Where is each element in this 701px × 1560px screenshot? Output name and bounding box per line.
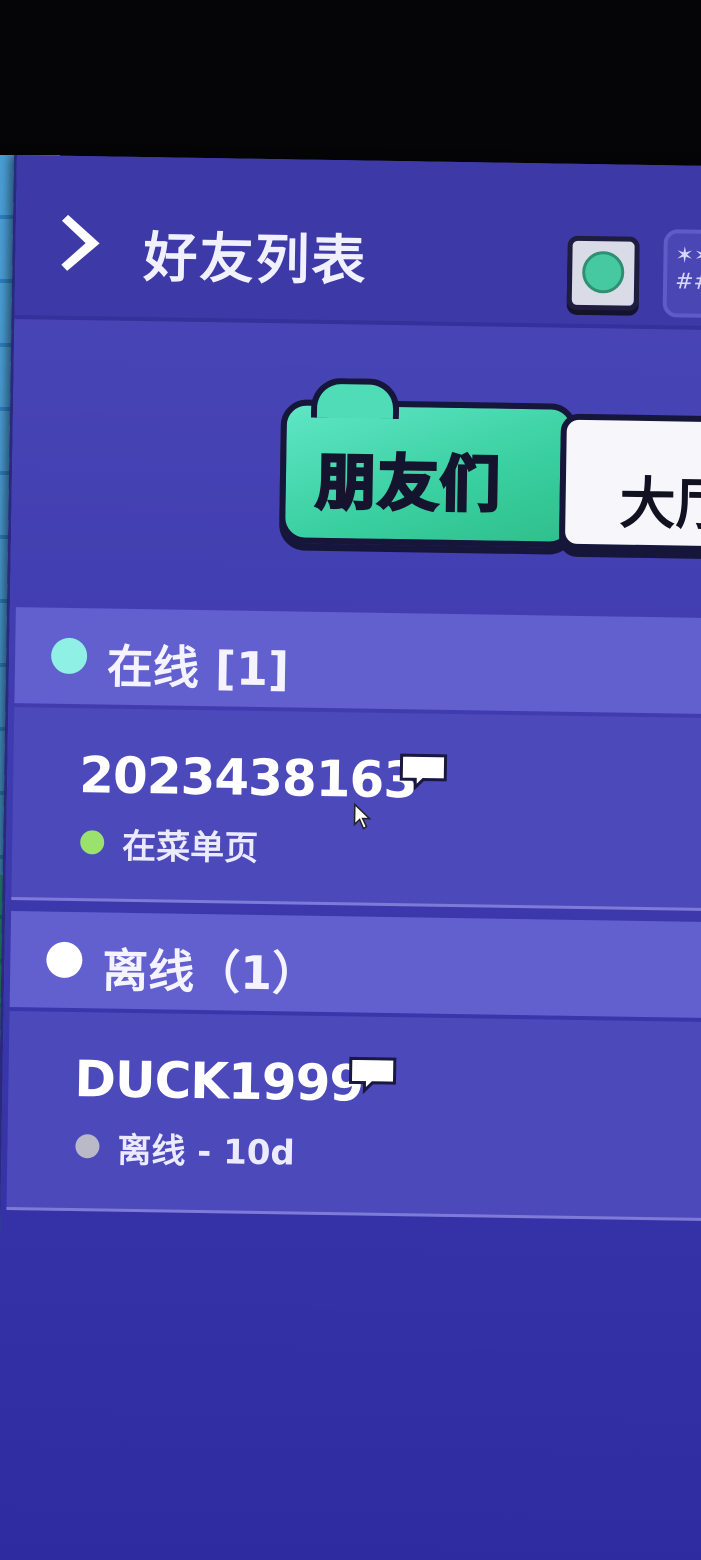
section-offline-label: 离线（1） [101,943,319,1001]
friend-status-dot [80,830,105,855]
status-indicator-icon [581,250,625,294]
online-status-button[interactable] [566,235,640,311]
chat-icon[interactable] [346,1054,399,1095]
mouse-cursor-icon [353,802,372,830]
settings-button[interactable]: ✶✶ ## [662,229,701,319]
section-header-online[interactable]: 在线 [1] [14,607,701,715]
tab-lobby[interactable]: 大厅 [558,413,701,553]
chevron-right-icon[interactable] [59,211,108,276]
chat-icon[interactable] [397,751,450,792]
tab-friends-label: 朋友们 [314,446,504,522]
settings-glyphs: ✶✶ ## [674,243,701,295]
online-dot-icon [50,637,88,675]
panel-title: 好友列表 [142,226,368,293]
friend-row[interactable]: DUCK1999 离线 - 10d [6,1011,701,1222]
panel-header: 好友列表 ✶✶ ## [14,155,701,331]
friend-row[interactable]: 2023438163 在菜单页 [11,707,701,912]
offline-dot-icon [46,941,83,979]
tab-friends[interactable]: 朋友们 [278,377,578,548]
friends-panel: 好友列表 ✶✶ ## 朋友们 大厅 在线 [1] 2023438163 在菜单页… [0,155,701,1560]
section-online-label: 在线 [1] [106,639,290,697]
friend-name: DUCK1999 [74,1050,364,1113]
friend-status-text: 在菜单页 [121,826,259,869]
friend-name: 2023438163 [78,746,418,810]
tab-crown-decoration [310,377,400,420]
screen: 好友列表 ✶✶ ## 朋友们 大厅 在线 [1] 2023438163 在菜单页… [0,0,701,1560]
friend-status-dot [75,1134,100,1159]
tab-lobby-label: 大厅 [619,471,701,539]
section-header-offline[interactable]: 离线（1） [9,911,701,1019]
friend-status-text: 离线 - 10d [117,1130,296,1174]
